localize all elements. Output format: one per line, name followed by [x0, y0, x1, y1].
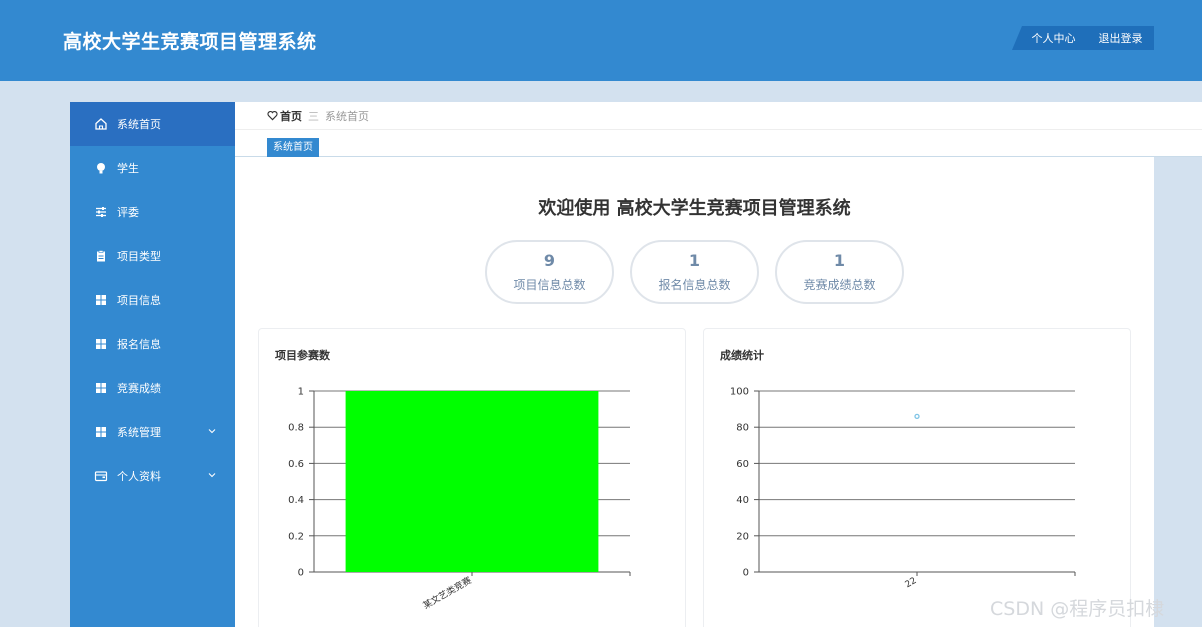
page-title: 欢迎使用 高校大学生竞赛项目管理系统: [538, 198, 851, 219]
bar: [345, 391, 599, 572]
sidebar-item-label: 项目类型: [117, 250, 161, 263]
breadcrumb-separator: 三: [308, 109, 319, 123]
stat-card-scores: 1 竞赛成绩总数: [775, 240, 904, 304]
sidebar-item-label: 系统管理: [117, 426, 161, 439]
stat-label: 项目信息总数: [513, 278, 586, 292]
y-tick-label: 100: [730, 387, 749, 398]
breadcrumb-current: 系统首页: [325, 109, 369, 123]
stat-card-registrations: 1 报名信息总数: [630, 240, 759, 304]
sidebar-item-registration[interactable]: 报名信息: [70, 322, 235, 366]
top-header: 高校大学生竞赛项目管理系统 个人中心 退出登录: [0, 0, 1202, 81]
wallet-icon: [94, 469, 108, 483]
bar-chart: 0 0.2 0.4 0.6 0.8 1 某文艺类竞赛: [288, 387, 631, 612]
sidebar-item-label: 个人资料: [117, 470, 161, 483]
sidebar: 系统首页 学生 评委 项目类型 项目信息 报名信息 竞赛成绩 系统管理 个人资料: [70, 102, 235, 627]
app-title: 高校大学生竞赛项目管理系统: [63, 31, 317, 53]
main-content: 欢迎使用 高校大学生竞赛项目管理系统 9 项目信息总数 1 报名信息总数 1 竞…: [235, 157, 1154, 627]
breadcrumb: 首页 三 系统首页: [235, 102, 1202, 130]
sidebar-item-judges[interactable]: 评委: [70, 190, 235, 234]
sliders-icon: [94, 205, 108, 219]
sidebar-item-project-info[interactable]: 项目信息: [70, 278, 235, 322]
breadcrumb-home-label: 首页: [280, 109, 302, 123]
stat-card-projects: 9 项目信息总数: [485, 240, 614, 304]
stat-label: 报名信息总数: [658, 278, 731, 292]
sidebar-item-home[interactable]: 系统首页: [70, 102, 235, 146]
grid-icon: [94, 293, 108, 307]
y-tick-label: 20: [736, 531, 749, 542]
grid-icon: [94, 425, 108, 439]
chevron-down-icon: [208, 429, 216, 434]
tab-home[interactable]: 系统首页: [267, 138, 319, 157]
clipboard-icon: [94, 249, 108, 263]
y-tick-label: 60: [736, 459, 749, 470]
sidebar-item-label: 系统首页: [117, 118, 161, 131]
personal-center-link[interactable]: 个人中心: [1032, 30, 1076, 46]
heart-icon: [267, 110, 278, 121]
breadcrumb-home[interactable]: 首页: [267, 108, 302, 124]
sidebar-item-label: 项目信息: [117, 294, 161, 307]
logout-link[interactable]: 退出登录: [1099, 30, 1143, 46]
sidebar-item-label: 学生: [117, 162, 139, 175]
sidebar-item-label: 报名信息: [117, 338, 161, 351]
y-tick-label: 0.6: [288, 459, 304, 470]
x-tick-label: 22: [904, 576, 919, 590]
stat-label: 竞赛成绩总数: [803, 278, 876, 292]
sidebar-item-profile[interactable]: 个人资料: [70, 454, 235, 498]
sidebar-item-label: 竞赛成绩: [117, 382, 161, 395]
y-tick-label: 1: [298, 387, 304, 398]
watermark: CSDN @程序员扣棣: [990, 598, 1165, 620]
grid-icon: [94, 381, 108, 395]
chevron-down-icon: [208, 473, 216, 478]
y-tick-label: 40: [736, 495, 749, 506]
stat-value: 1: [833, 251, 846, 270]
y-tick-label: 0: [743, 568, 749, 579]
bulb-icon: [94, 161, 108, 175]
sidebar-item-label: 评委: [117, 206, 139, 219]
y-tick-label: 0.8: [288, 423, 304, 434]
y-tick-label: 0: [298, 568, 304, 579]
stat-value: 9: [543, 251, 556, 270]
grid-icon: [94, 337, 108, 351]
top-actions: 个人中心 退出登录: [1012, 26, 1154, 50]
y-tick-label: 80: [736, 423, 749, 434]
sidebar-item-students[interactable]: 学生: [70, 146, 235, 190]
data-point: [914, 413, 920, 419]
sidebar-item-project-types[interactable]: 项目类型: [70, 234, 235, 278]
tab-bar: 系统首页: [235, 130, 1202, 157]
stat-value: 1: [688, 251, 701, 270]
home-icon: [94, 117, 108, 131]
chart-card-participation: 项目参赛数 0 0.2 0.4 0.6 0.8 1 某文艺类竞赛: [258, 328, 686, 627]
sidebar-item-system-management[interactable]: 系统管理: [70, 410, 235, 454]
sidebar-item-scores[interactable]: 竞赛成绩: [70, 366, 235, 410]
scatter-chart: 0 20 40 60 80 100 22: [730, 387, 1076, 590]
y-tick-label: 0.4: [288, 495, 304, 506]
x-tick-label: 某文艺类竞赛: [421, 574, 474, 611]
y-tick-label: 0.2: [288, 531, 304, 542]
chart-card-scores: 成绩统计 0 20 40 60 80 100 22: [703, 328, 1131, 627]
